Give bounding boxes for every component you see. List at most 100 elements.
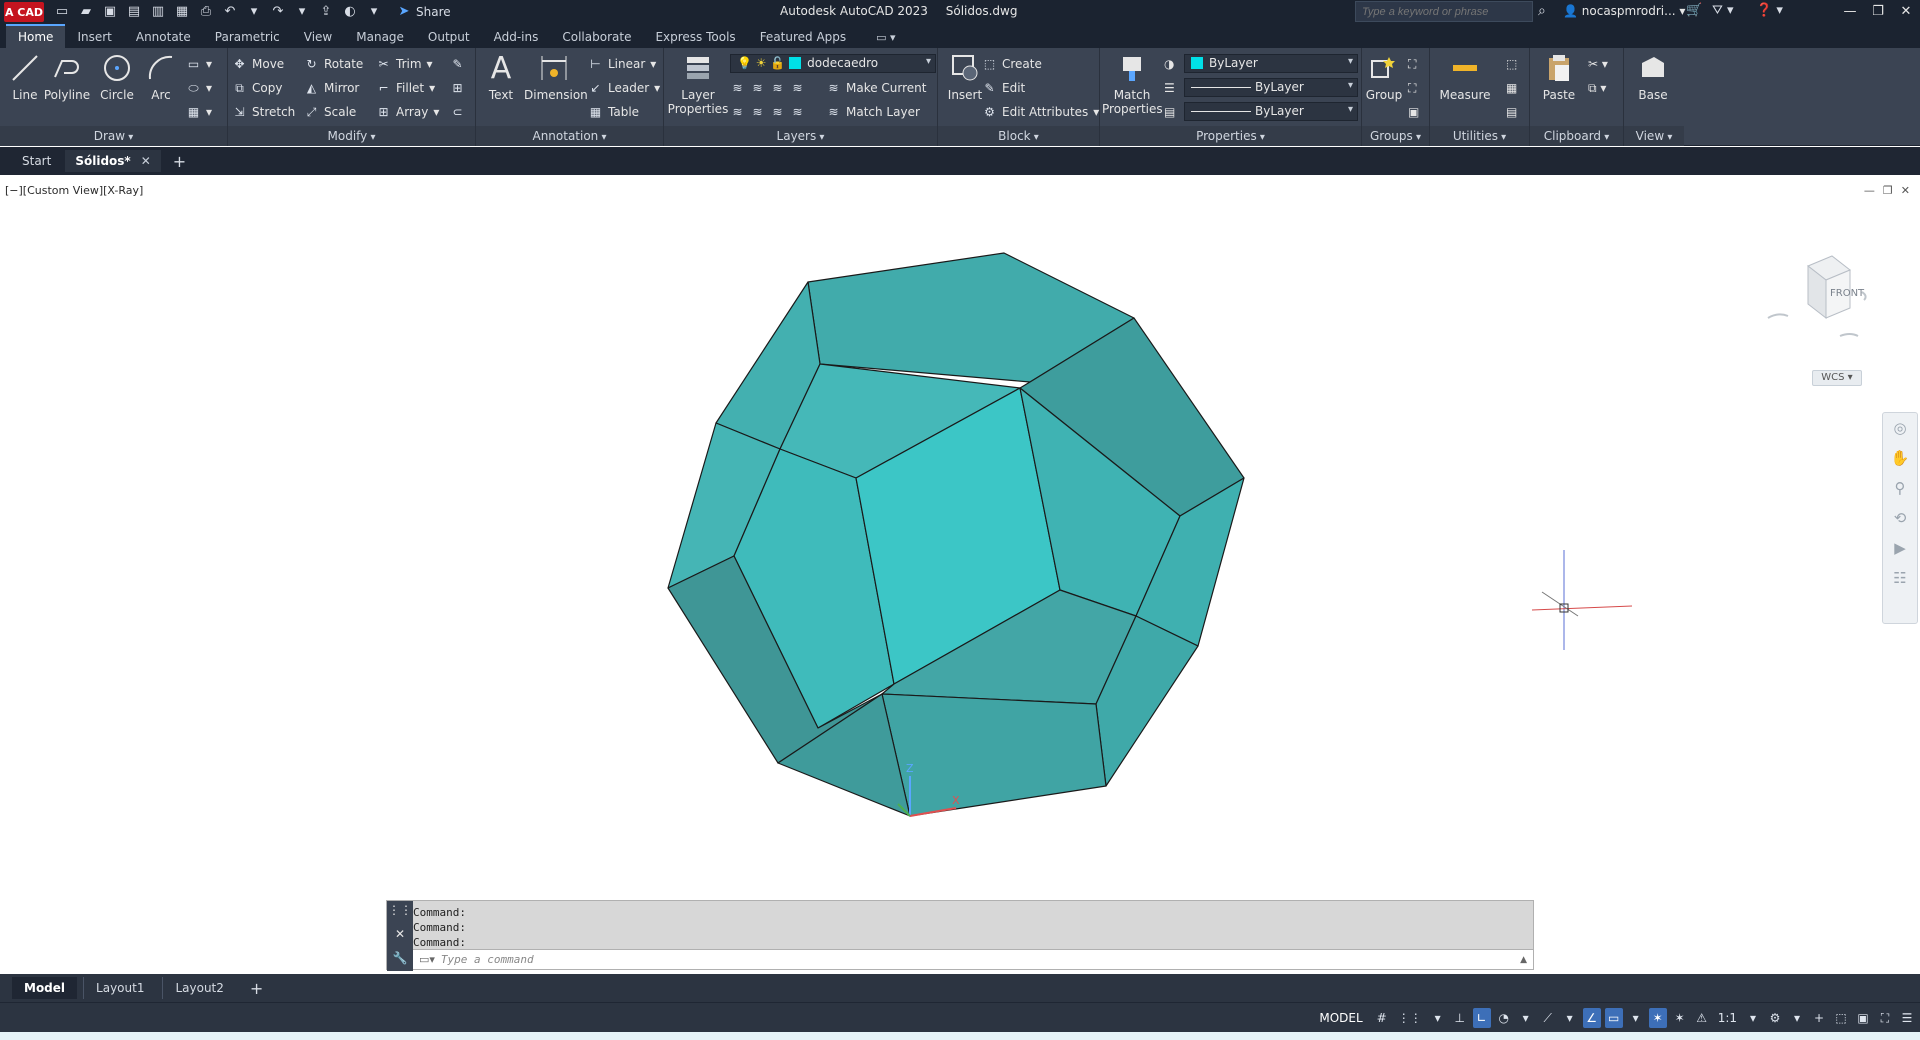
grid-icon[interactable]: #: [1373, 1008, 1391, 1028]
rotate-button[interactable]: ↻ Rotate: [304, 54, 363, 74]
close-button[interactable]: ✕: [1892, 0, 1920, 24]
publish-icon[interactable]: ⇪: [318, 4, 334, 20]
tab-collaborate[interactable]: Collaborate: [550, 26, 643, 48]
ortho-icon[interactable]: ∟: [1472, 1008, 1491, 1028]
leader-button[interactable]: ↙ Leader ▾: [588, 78, 660, 98]
dimension-button[interactable]: Dimension: [524, 52, 588, 102]
layer-dropdown[interactable]: 💡 ☀ 🔓 dodecaedro: [730, 54, 936, 73]
pan-icon[interactable]: ✋: [1883, 443, 1917, 473]
measure-button[interactable]: Measure: [1434, 52, 1496, 102]
autodesk-app-icon[interactable]: ⛛ ▾: [1712, 3, 1734, 18]
open-web-icon[interactable]: ▥: [150, 4, 166, 20]
tab-view[interactable]: View: [292, 26, 344, 48]
plot-icon[interactable]: ⎙: [198, 4, 214, 20]
move-button[interactable]: ✥ Move: [232, 54, 284, 74]
undo-dropdown-icon[interactable]: ▾: [246, 4, 262, 20]
object-snap-icon[interactable]: ▭: [1604, 1008, 1623, 1028]
tab-parametric[interactable]: Parametric: [203, 26, 292, 48]
command-close-icon[interactable]: ✕: [395, 927, 405, 941]
ungroup-icon[interactable]: ⛶: [1408, 54, 1416, 74]
linear-button[interactable]: ⊢ Linear ▾: [588, 54, 656, 74]
user-account-menu[interactable]: 👤 nocaspmrodri... ▾: [1563, 4, 1685, 18]
model-space-toggle[interactable]: MODEL: [1313, 1008, 1368, 1028]
base-button[interactable]: Base: [1628, 52, 1678, 102]
help-icon[interactable]: ❓ ▾: [1756, 3, 1783, 18]
zoom-icon[interactable]: ⚲: [1883, 473, 1917, 503]
copy-button[interactable]: ⧉ Copy: [232, 78, 282, 98]
annotation-scale-icon[interactable]: ⚠: [1693, 1008, 1711, 1028]
hardware-acceleration-icon[interactable]: ▣: [1854, 1008, 1872, 1028]
layer-properties-button[interactable]: Layer Properties: [666, 52, 730, 116]
rectangle-tool[interactable]: ▭ ▾: [186, 54, 212, 74]
layer-tools-row2[interactable]: ≋ ≋ ≋ ≋: [730, 102, 805, 122]
boundary-tool[interactable]: ▦ ▾: [186, 102, 212, 122]
tab-start[interactable]: Start: [12, 150, 61, 172]
create-block-button[interactable]: ⬚ Create: [982, 54, 1042, 74]
wcs-dropdown[interactable]: WCS ▾: [1812, 370, 1862, 386]
add-icon[interactable]: +: [1810, 1008, 1828, 1028]
group-selection-icon[interactable]: ▣: [1408, 102, 1419, 122]
save-icon[interactable]: ▣: [102, 4, 118, 20]
orbit-icon[interactable]: ⟲: [1883, 503, 1917, 533]
lineweight-dropdown[interactable]: ByLayer: [1184, 102, 1358, 121]
workspace-gear-icon[interactable]: ⚙: [1766, 1008, 1784, 1028]
tab-add-ins[interactable]: Add-ins: [482, 26, 551, 48]
arc-button[interactable]: Arc: [136, 52, 186, 102]
scale-dropdown-icon[interactable]: ▾: [1744, 1008, 1762, 1028]
redo-dropdown-icon[interactable]: ▾: [294, 4, 310, 20]
tab-solidos[interactable]: Sólidos* ✕: [65, 150, 161, 172]
copy-clip-icon[interactable]: ⧉ ▾: [1588, 78, 1606, 98]
steering-wheel-icon[interactable]: ◎: [1883, 413, 1917, 443]
annotation-visibility-icon[interactable]: ✶: [1648, 1008, 1667, 1028]
cart-icon[interactable]: 🛒: [1686, 3, 1702, 18]
customization-menu-icon[interactable]: ☰: [1898, 1008, 1916, 1028]
cut-icon[interactable]: ✂ ▾: [1588, 54, 1608, 74]
save-as-icon[interactable]: ▤: [126, 4, 142, 20]
object-snap-tracking-icon[interactable]: ∠: [1582, 1008, 1601, 1028]
dodecahedron-solid[interactable]: Z X: [0, 176, 1920, 974]
search-input[interactable]: [1355, 1, 1533, 22]
erase-button[interactable]: ✎: [450, 54, 465, 74]
utilities-panel-title[interactable]: Utilities: [1430, 126, 1529, 146]
calculator-icon[interactable]: ▤: [1506, 102, 1517, 122]
tab-annotate[interactable]: Annotate: [124, 26, 203, 48]
tab-express-tools[interactable]: Express Tools: [643, 26, 747, 48]
app-logo-button[interactable]: A CAD: [4, 2, 44, 22]
polar-dropdown-icon[interactable]: ▾: [1517, 1008, 1535, 1028]
minimize-button[interactable]: —: [1836, 0, 1864, 24]
properties-panel-title[interactable]: Properties: [1100, 126, 1361, 146]
workspace-icon[interactable]: ◐: [342, 4, 358, 20]
fillet-button[interactable]: ⌐ Fillet ▾: [376, 78, 435, 98]
new-file-icon[interactable]: ▭: [54, 4, 70, 20]
block-panel-title[interactable]: Block: [938, 126, 1099, 146]
new-tab-button[interactable]: +: [165, 152, 194, 171]
paste-button[interactable]: Paste: [1534, 52, 1584, 102]
circle-button[interactable]: Circle: [92, 52, 142, 102]
stretch-button[interactable]: ⇲ Stretch: [232, 102, 295, 122]
undo-icon[interactable]: ↶: [222, 4, 238, 20]
group-button[interactable]: Group: [1362, 52, 1406, 102]
mirror-button[interactable]: ◭ Mirror: [304, 78, 359, 98]
tab-layout1[interactable]: Layout1: [83, 977, 156, 999]
infer-constraints-icon[interactable]: ⊥: [1451, 1008, 1469, 1028]
linetype-dropdown[interactable]: ByLayer: [1184, 78, 1358, 97]
command-history-toggle-icon[interactable]: ▲: [1520, 955, 1533, 965]
table-button[interactable]: ▦ Table: [588, 102, 639, 122]
quick-select-icon[interactable]: ⬚: [1506, 54, 1517, 74]
explode-button[interactable]: ⊞: [450, 78, 465, 98]
save-web-icon[interactable]: ▦: [174, 4, 190, 20]
edit-attributes-button[interactable]: ⚙ Edit Attributes ▾: [982, 102, 1099, 122]
tab-layout2[interactable]: Layout2: [162, 977, 235, 999]
annotation-panel-title[interactable]: Annotation: [476, 126, 663, 146]
drawing-viewport[interactable]: [−][Custom View][X-Ray] — ❐ ✕ Z X FRONT …: [0, 176, 1920, 974]
array-button[interactable]: ⊞ Array ▾: [376, 102, 439, 122]
scale-button[interactable]: ⤢ Scale: [304, 102, 357, 122]
match-properties-button[interactable]: Match Properties: [1102, 52, 1163, 116]
new-layout-button[interactable]: +: [242, 979, 271, 998]
grip-icon[interactable]: ⋮⋮: [388, 903, 412, 917]
workspace-dropdown-icon[interactable]: ▾: [1788, 1008, 1806, 1028]
snap-icon[interactable]: ⋮⋮: [1395, 1008, 1425, 1028]
tab-insert[interactable]: Insert: [65, 26, 123, 48]
draw-panel-title[interactable]: Draw: [0, 126, 227, 146]
restore-button[interactable]: ❐: [1864, 0, 1892, 24]
